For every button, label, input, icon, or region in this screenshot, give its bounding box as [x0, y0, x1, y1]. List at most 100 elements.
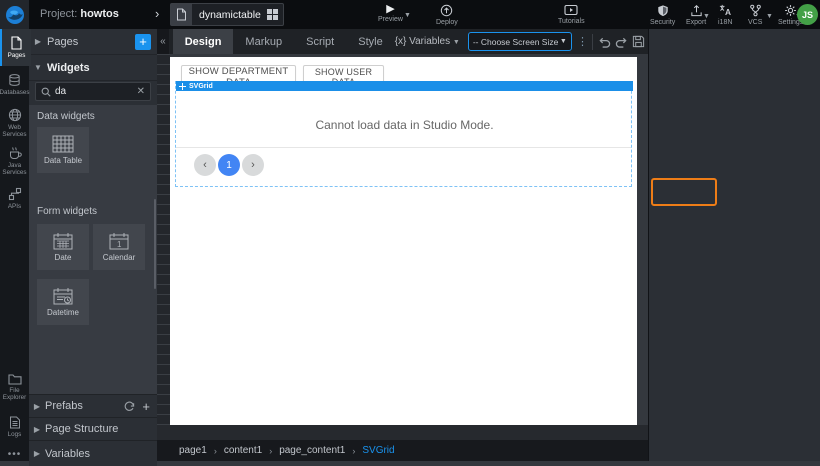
i18n-button[interactable]: A i18N — [718, 4, 732, 26]
rail-item-databases[interactable]: Databases — [0, 66, 29, 104]
add-page-button[interactable]: + — [135, 34, 151, 50]
pagination-page-1-button[interactable]: 1 — [218, 154, 240, 176]
project-breadcrumb: Project: howtos — [40, 0, 119, 29]
export-caret-icon[interactable]: ▼ — [703, 13, 710, 20]
collapsed-caret-icon: ▶ — [29, 402, 45, 411]
clear-search-icon[interactable]: ✕ — [137, 86, 145, 97]
variables-caret-icon: ▼ — [453, 39, 460, 46]
widget-tile-datetime[interactable]: Datetime — [37, 279, 89, 325]
selected-table-widget[interactable]: SVGrid Cannot load data in Studio Mode. … — [175, 81, 632, 187]
preview-button[interactable]: ▶ Preview — [378, 4, 403, 23]
breadcrumb: page1 › content1 › page_content1 › SVGri… — [157, 440, 648, 461]
page-file-icon — [171, 4, 192, 25]
deploy-icon — [440, 4, 453, 17]
widget-tile-date[interactable]: Date — [37, 224, 89, 270]
page-tab-label: dynamictable — [192, 9, 262, 21]
design-canvas[interactable]: SHOW DEPARTMENT DATA SHOW USER DATA SVGr… — [170, 57, 637, 425]
tutorials-button[interactable]: Tutorials — [558, 4, 585, 25]
widgets-section-label: Widgets — [47, 62, 90, 74]
breadcrumb-separator-icon: › — [269, 446, 272, 456]
prefabs-section-header[interactable]: ▶ Prefabs + — [29, 394, 157, 417]
redo-button[interactable] — [613, 36, 630, 48]
breadcrumb-separator-icon: › — [352, 446, 355, 456]
deploy-button[interactable]: Deploy — [436, 4, 458, 26]
widget-tag-label: SVGrid — [189, 83, 213, 90]
vcs-caret-icon[interactable]: ▼ — [766, 13, 773, 20]
pages-section-label: Pages — [47, 36, 78, 48]
java-services-icon — [8, 146, 22, 160]
tab-markup[interactable]: Markup — [233, 29, 294, 54]
widget-tile-data-table[interactable]: Data Table — [37, 127, 89, 173]
page-structure-section-header[interactable]: ▶ Page Structure — [29, 417, 157, 440]
preview-caret-icon[interactable]: ▼ — [404, 12, 411, 19]
move-icon — [179, 83, 186, 90]
widget-tile-calendar[interactable]: 1 Calendar — [93, 224, 145, 270]
grid-view-icon[interactable] — [262, 9, 283, 20]
tutorials-label: Tutorials — [558, 18, 585, 25]
breadcrumb-page-content1[interactable]: page_content1 — [279, 445, 345, 456]
breadcrumb-page1[interactable]: page1 — [179, 445, 207, 456]
page-tab-dynamictable[interactable]: dynamictable — [170, 3, 284, 26]
svg-text:1: 1 — [117, 240, 122, 249]
variables-dropdown[interactable]: {x} Variables ▼ — [395, 36, 460, 47]
collapsed-caret-icon: ▶ — [29, 37, 47, 46]
top-bar: Project: howtos › dynamictable ▶ Preview… — [0, 0, 820, 29]
widget-search-input[interactable] — [51, 86, 137, 97]
collapse-left-panel-button[interactable]: « — [157, 29, 169, 54]
tab-script[interactable]: Script — [294, 29, 346, 54]
breadcrumb-svgrid[interactable]: SVGrid — [362, 445, 394, 456]
databases-icon — [8, 73, 21, 87]
variables-section-header[interactable]: ▶ Variables — [29, 440, 157, 466]
project-label: Project: — [40, 8, 77, 20]
tab-style[interactable]: Style — [346, 29, 394, 54]
i18n-label: i18N — [718, 19, 732, 26]
widgets-section-header[interactable]: ▼ Widgets — [29, 55, 157, 81]
rail-item-file-explorer[interactable]: File Explorer — [0, 367, 29, 407]
apis-icon — [8, 187, 22, 201]
undo-button[interactable] — [596, 36, 613, 48]
vcs-branch-icon — [749, 4, 762, 17]
pagination-prev-button[interactable]: ‹ — [194, 154, 216, 176]
pages-section-header[interactable]: ▶ Pages + — [29, 29, 157, 55]
expanded-caret-icon: ▼ — [29, 63, 47, 72]
redo-icon — [615, 36, 628, 48]
add-prefab-icon[interactable]: + — [142, 401, 150, 412]
calendar-icon: 1 — [109, 232, 129, 250]
screen-size-select[interactable]: -- Choose Screen Size -- ▼ — [468, 32, 572, 51]
project-name: howtos — [80, 8, 119, 20]
wavemaker-logo[interactable] — [0, 0, 29, 29]
form-widgets-label: Form widgets — [37, 206, 97, 217]
rail-item-pages[interactable]: Pages — [0, 29, 31, 66]
search-icon — [41, 87, 51, 97]
rail-item-web-services[interactable]: Web Services — [0, 104, 29, 142]
save-icon — [632, 35, 645, 48]
breadcrumb-content1[interactable]: content1 — [224, 445, 262, 456]
user-avatar[interactable]: JS — [797, 4, 818, 25]
rail-item-logs[interactable]: Logs — [0, 409, 29, 445]
save-button[interactable] — [630, 35, 648, 48]
export-icon — [690, 4, 703, 17]
refresh-icon[interactable] — [124, 401, 135, 412]
pagination-next-button[interactable]: › — [242, 154, 264, 176]
breadcrumb-separator-icon: › — [214, 446, 217, 456]
tab-design[interactable]: Design — [173, 29, 234, 54]
tutorials-icon — [564, 4, 578, 16]
security-label: Security — [650, 19, 675, 26]
canvas-toolbar: « Design Markup Script Style {x} Variabl… — [157, 29, 648, 54]
security-button[interactable]: Security — [650, 4, 675, 26]
widget-search[interactable]: ✕ — [35, 82, 151, 101]
chevron-right-icon: › — [155, 6, 159, 21]
kebab-menu-icon[interactable]: ⋮ — [576, 35, 589, 48]
rail-item-java-services[interactable]: Java Services — [0, 142, 29, 180]
vcs-button[interactable]: VCS — [748, 4, 762, 26]
svg-text:A: A — [725, 7, 731, 17]
panel-scrollbar[interactable] — [154, 199, 156, 289]
collapsed-caret-icon: ▶ — [29, 449, 45, 458]
security-shield-icon — [657, 4, 669, 17]
table-footer-divider — [176, 147, 631, 148]
rail-item-apis[interactable]: APIs — [0, 180, 29, 218]
no-data-message: Cannot load data in Studio Mode. — [176, 118, 633, 132]
pages-icon — [10, 36, 23, 50]
widget-selection-bar[interactable]: SVGrid — [176, 81, 633, 91]
rail-more-icon[interactable]: ••• — [0, 449, 29, 460]
